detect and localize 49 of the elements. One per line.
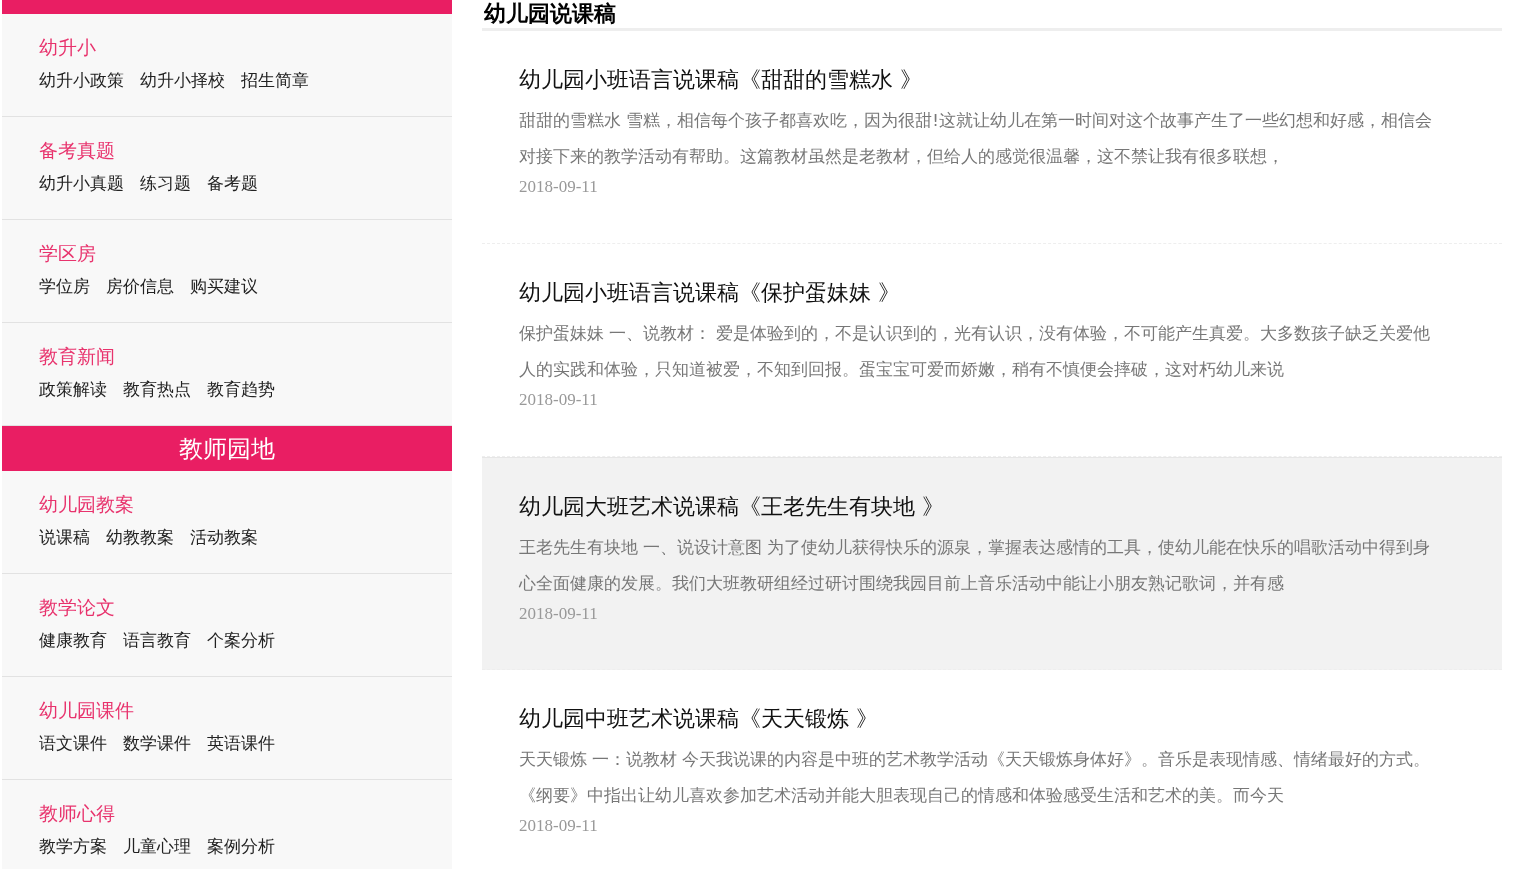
category-link[interactable]: 学区房: [39, 240, 96, 266]
subcategory-link[interactable]: 数学课件: [123, 732, 191, 754]
article-summary: 王老先生有块地 一、说设计意图 为了使幼儿获得快乐的源泉，掌握表达感情的工具，使幼儿能在快乐的唱歌活动中得到身心全面健康的发展。我们大班教研组经过研讨围绕我园目前上音乐活动中能让小朋友熟记歌词，并有感: [519, 537, 1432, 595]
sidebar-header: 教师园地: [2, 426, 452, 471]
subcategory-link[interactable]: 儿童心理: [123, 835, 191, 857]
article-card[interactable]: 幼儿园中班艺术说课稿《天天锻炼 》 天天锻炼 一：说教材 今天我说课的内容是中班的艺术教学活动《天天锻炼身体好》。音乐是表现情感、情绪最好的方式。《纲要》中指出让幼儿喜欢参加艺术活动并能大胆表现自己的情感和体验感受生活和艺术的美。而今天 2018-09-11: [482, 670, 1502, 869]
subcategory-link[interactable]: 教育热点: [123, 378, 191, 400]
category-link[interactable]: 幼儿园教案: [39, 491, 134, 517]
subcategory-link[interactable]: 练习题: [140, 172, 191, 194]
article-title[interactable]: 幼儿园小班语言说课稿《甜甜的雪糕水 》: [519, 65, 1442, 95]
article-card[interactable]: 幼儿园大班艺术说课稿《王老先生有块地 》 王老先生有块地 一、说设计意图 为了使幼儿获得快乐的源泉，掌握表达感情的工具，使幼儿能在快乐的唱歌活动中得到身心全面健康的发展。我们大班教研组经过研讨围绕我园目前上音乐活动中能让小朋友熟记歌词，并有感 2018-09-11: [482, 457, 1502, 670]
subcategory-link[interactable]: 幼升小政策: [39, 69, 124, 91]
subcategory-link[interactable]: 学位房: [39, 275, 90, 297]
category-link[interactable]: 备考真题: [39, 137, 115, 163]
subcategory-link[interactable]: 活动教案: [190, 526, 258, 548]
subcategory-link[interactable]: 幼升小真题: [39, 172, 124, 194]
subcategory-link[interactable]: 幼升小择校: [140, 69, 225, 91]
article-date: 2018-09-11: [519, 176, 599, 198]
article-title[interactable]: 幼儿园大班艺术说课稿《王老先生有块地 》: [519, 492, 1442, 522]
article-date: 2018-09-11: [519, 815, 599, 837]
subcategory-link[interactable]: 案例分析: [207, 835, 275, 857]
article-title[interactable]: 幼儿园中班艺术说课稿《天天锻炼 》: [519, 704, 1442, 734]
category-link[interactable]: 教师心得: [39, 800, 115, 826]
subcategory-link[interactable]: 教育趋势: [207, 378, 275, 400]
subcategory-link[interactable]: 房价信息: [106, 275, 174, 297]
section-heading: 幼儿园说课稿: [482, 0, 1502, 31]
subcategory-link[interactable]: 个案分析: [207, 629, 275, 651]
subcategory-link[interactable]: 语言教育: [123, 629, 191, 651]
subcategory-link[interactable]: 幼教教案: [106, 526, 174, 548]
category-link[interactable]: 教学论文: [39, 594, 115, 620]
article-date: 2018-09-11: [519, 389, 599, 411]
subcategory-link[interactable]: 招生简章: [241, 69, 309, 91]
subcategory-link[interactable]: 英语课件: [207, 732, 275, 754]
subcategory-link[interactable]: 健康教育: [39, 629, 107, 651]
category-link[interactable]: 幼升小: [39, 34, 96, 60]
article-card[interactable]: 幼儿园小班语言说课稿《甜甜的雪糕水 》 甜甜的雪糕水 雪糕，相信每个孩子都喜欢吃，因为很甜!这就让幼儿在第一时间对这个故事产生了一些幻想和好感，相信会对接下来的教学活动有帮助。这篇教材虽然是老教材，但给人的感觉很温馨，这不禁让我有很多联想， 2018-09-11: [482, 31, 1502, 244]
subcategory-link[interactable]: 语文课件: [39, 732, 107, 754]
article-title[interactable]: 幼儿园小班语言说课稿《保护蛋妹妹 》: [519, 278, 1442, 308]
article-date: 2018-09-11: [519, 603, 599, 625]
article-summary: 甜甜的雪糕水 雪糕，相信每个孩子都喜欢吃，因为很甜!这就让幼儿在第一时间对这个故事产生了一些幻想和好感，相信会对接下来的教学活动有帮助。这篇教材虽然是老教材，但给人的感觉很温馨，这不禁让我有很多联想，: [519, 110, 1433, 168]
category-link[interactable]: 幼儿园课件: [39, 697, 134, 723]
article-summary: 保护蛋妹妹 一、说教材： 爱是体验到的，不是认识到的，光有认识，没有体验，不可能产生真爱。大多数孩子缺乏关爱他人的实践和体验，只知道被爱，不知到回报。蛋宝宝可爱而娇嫩，稍有不慎便会摔破，这对朽幼儿来说: [519, 323, 1432, 381]
subcategory-link[interactable]: 教学方案: [39, 835, 107, 857]
subcategory-link[interactable]: 政策解读: [39, 378, 107, 400]
subcategory-link[interactable]: 说课稿: [39, 526, 90, 548]
category-link[interactable]: 教育新闻: [39, 343, 115, 369]
subcategory-link[interactable]: 备考题: [207, 172, 258, 194]
subcategory-link[interactable]: 购买建议: [190, 275, 258, 297]
article-summary: 天天锻炼 一：说教材 今天我说课的内容是中班的艺术教学活动《天天锻炼身体好》。音乐是表现情感、情绪最好的方式。《纲要》中指出让幼儿喜欢参加艺术活动并能大胆表现自己的情感和体验感受生活和艺术的美。而今天: [519, 749, 1432, 807]
